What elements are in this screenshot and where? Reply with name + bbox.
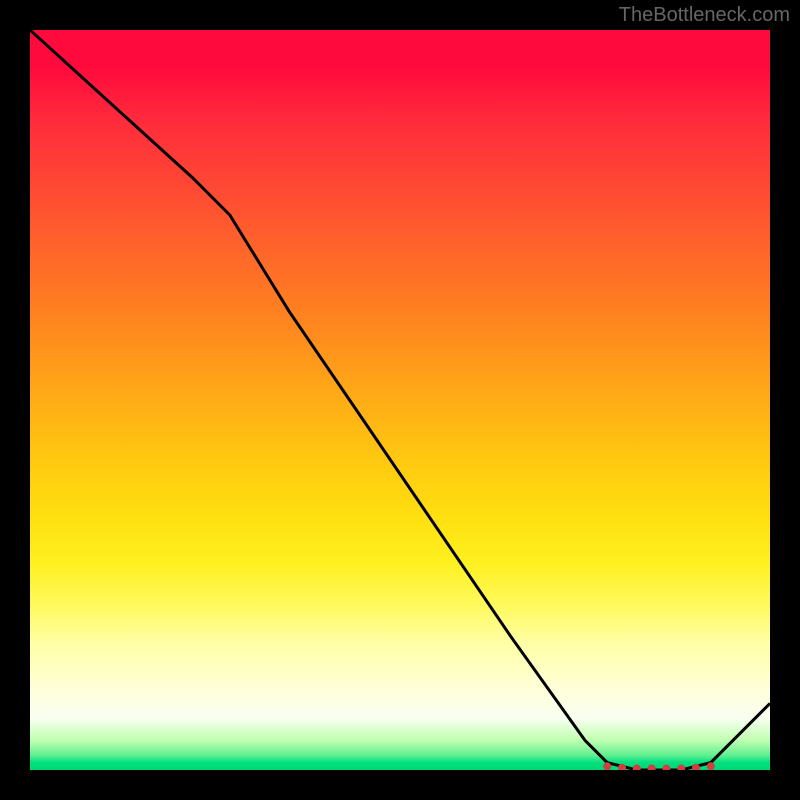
chart-plot-area	[30, 30, 770, 770]
chart-marker	[648, 765, 656, 771]
watermark-text: TheBottleneck.com	[619, 4, 790, 27]
chart-marker	[603, 762, 611, 770]
chart-marker	[707, 762, 715, 770]
chart-marker	[662, 765, 670, 771]
chart-line	[30, 30, 770, 770]
chart-svg	[30, 30, 770, 770]
chart-marker	[677, 765, 685, 771]
chart-marker	[633, 765, 641, 771]
